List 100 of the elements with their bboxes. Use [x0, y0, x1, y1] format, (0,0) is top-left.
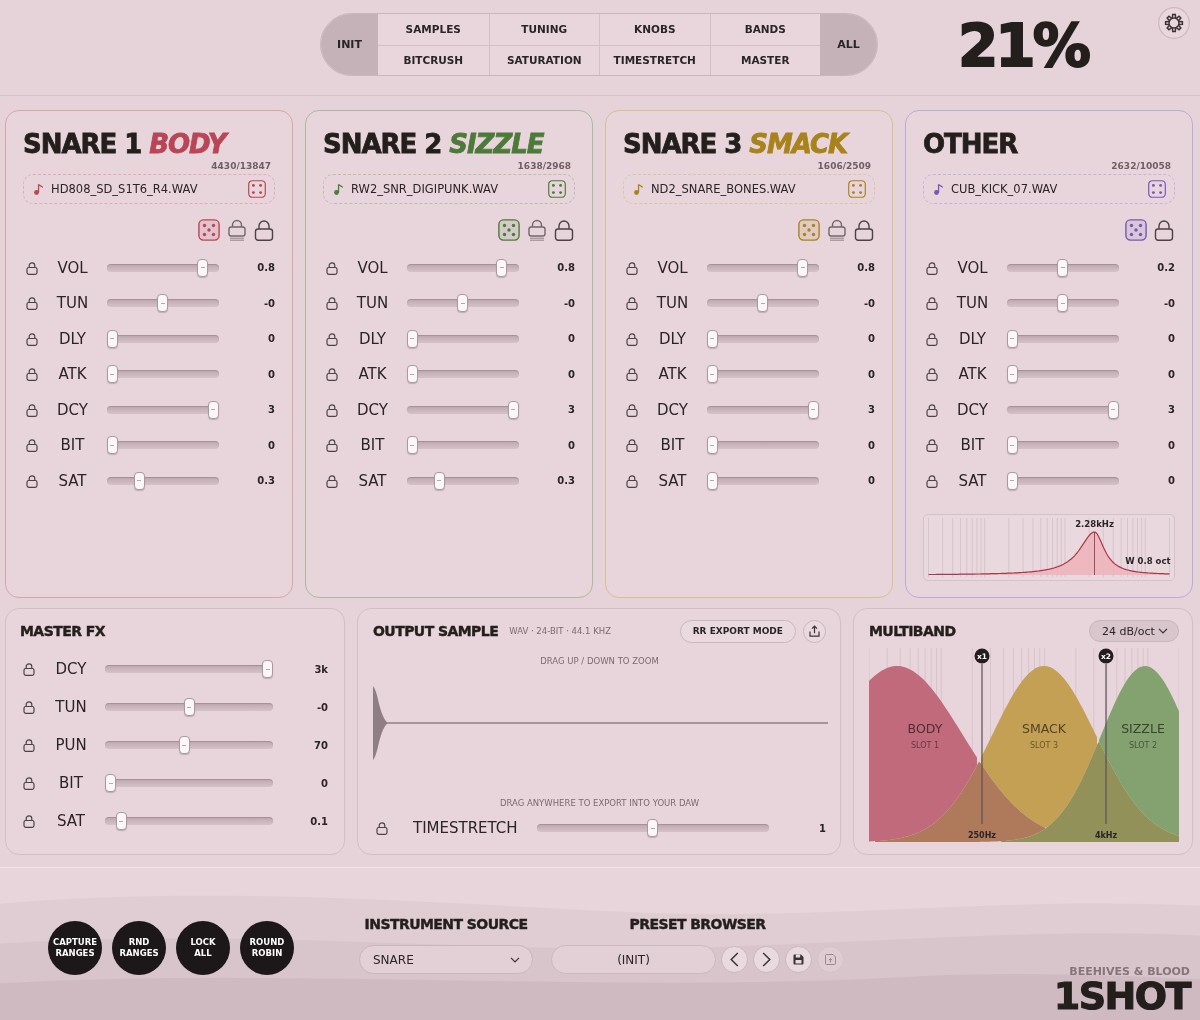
lock-icon[interactable] — [325, 296, 338, 311]
slider-thumb[interactable] — [706, 436, 718, 455]
slider[interactable] — [106, 329, 219, 348]
dice-icon[interactable] — [1125, 219, 1147, 241]
slider[interactable] — [105, 812, 273, 830]
slider[interactable] — [706, 471, 819, 490]
lock-icon[interactable] — [625, 402, 638, 417]
lock-icon[interactable] — [1154, 219, 1174, 241]
slider-thumb[interactable] — [133, 471, 145, 490]
lock-icon[interactable] — [25, 367, 38, 382]
dice-icon[interactable] — [1148, 180, 1166, 198]
slider[interactable] — [1006, 471, 1119, 490]
slider[interactable] — [106, 365, 219, 384]
slider-thumb[interactable] — [106, 436, 118, 455]
lock-icon[interactable] — [25, 296, 38, 311]
lock-icon[interactable] — [925, 331, 938, 346]
slider[interactable] — [106, 436, 219, 455]
slider-thumb[interactable] — [1057, 258, 1068, 277]
lock-icon[interactable] — [925, 402, 938, 417]
lock-icon[interactable] — [325, 260, 338, 275]
lock-icon[interactable] — [23, 738, 35, 752]
lock-icon[interactable] — [23, 814, 35, 828]
lock-icon[interactable] — [854, 219, 874, 241]
export-mode-button[interactable]: RR EXPORT MODE — [679, 619, 796, 643]
lock-icon[interactable] — [25, 473, 38, 488]
slider-thumb[interactable] — [647, 819, 659, 837]
lock-layers-icon[interactable] — [827, 219, 847, 241]
slider[interactable] — [406, 329, 519, 348]
slider-thumb[interactable] — [757, 294, 768, 313]
slider-thumb[interactable] — [183, 698, 195, 716]
preset-field[interactable]: (INIT) — [551, 945, 716, 974]
slider[interactable] — [106, 400, 219, 419]
lock-icon[interactable] — [25, 438, 38, 453]
category-button[interactable]: KNOBS — [599, 14, 710, 45]
dice-icon[interactable] — [798, 219, 820, 241]
slider-thumb[interactable] — [797, 258, 809, 277]
all-button[interactable]: ALL — [820, 14, 877, 75]
lock-icon[interactable] — [325, 367, 338, 382]
sample-field[interactable]: HD808_SD_S1T6_R4.WAV — [23, 174, 275, 204]
category-button[interactable]: BITCRUSH — [378, 44, 489, 75]
slider[interactable] — [706, 436, 819, 455]
slider-thumb[interactable] — [157, 294, 168, 313]
slider[interactable] — [1006, 400, 1119, 419]
instrument-dropdown[interactable]: SNARE — [359, 945, 533, 974]
lock-icon[interactable] — [625, 260, 638, 275]
slider[interactable] — [1006, 436, 1119, 455]
dice-icon[interactable] — [498, 219, 520, 241]
category-button[interactable]: SATURATION — [488, 44, 599, 75]
lock-icon[interactable] — [376, 821, 388, 835]
slider[interactable] — [706, 258, 819, 277]
slider-thumb[interactable] — [262, 660, 273, 678]
lock-icon[interactable] — [625, 331, 638, 346]
lock-icon[interactable] — [325, 473, 338, 488]
lock-icon[interactable] — [23, 776, 35, 790]
lock-layers-icon[interactable] — [527, 219, 547, 241]
init-button[interactable]: INIT — [321, 14, 378, 75]
slider-thumb[interactable] — [433, 471, 445, 490]
settings-icon[interactable] — [1158, 7, 1190, 39]
slider-thumb[interactable] — [706, 471, 718, 490]
slider[interactable] — [536, 819, 769, 837]
slider-thumb[interactable] — [178, 736, 190, 754]
lock-icon[interactable] — [625, 438, 638, 453]
lock-icon[interactable] — [23, 662, 35, 676]
slider[interactable] — [406, 258, 519, 277]
sample-field[interactable]: CUB_KICK_07.WAV — [923, 174, 1175, 204]
lock-icon[interactable] — [25, 331, 38, 346]
slider[interactable] — [406, 365, 519, 384]
lock-icon[interactable] — [325, 438, 338, 453]
lock-icon[interactable] — [23, 700, 35, 714]
slider[interactable] — [1006, 294, 1119, 313]
share-button[interactable] — [803, 619, 826, 643]
lock-icon[interactable] — [554, 219, 574, 241]
category-button[interactable]: TIMESTRETCH — [599, 44, 710, 75]
lock-icon[interactable] — [925, 367, 938, 382]
slider-thumb[interactable] — [1006, 329, 1018, 348]
lock-icon[interactable] — [625, 296, 638, 311]
slider-thumb[interactable] — [507, 400, 519, 419]
sample-field[interactable]: ND2_SNARE_BONES.WAV — [623, 174, 875, 204]
dice-icon[interactable] — [198, 219, 220, 241]
crossover-line[interactable] — [981, 663, 983, 825]
slider-thumb[interactable] — [116, 812, 127, 830]
slider[interactable] — [406, 400, 519, 419]
slider[interactable] — [105, 660, 273, 678]
lock-icon[interactable] — [625, 473, 638, 488]
dice-icon[interactable] — [548, 180, 566, 198]
slider-thumb[interactable] — [1107, 400, 1119, 419]
slider-thumb[interactable] — [106, 365, 118, 384]
slider[interactable] — [105, 774, 273, 792]
lock-icon[interactable] — [25, 402, 38, 417]
slider[interactable] — [406, 436, 519, 455]
lock-icon[interactable] — [925, 473, 938, 488]
lock-icon[interactable] — [325, 331, 338, 346]
dice-icon[interactable] — [848, 180, 866, 198]
slider-thumb[interactable] — [706, 365, 718, 384]
lock-icon[interactable] — [254, 219, 274, 241]
slider[interactable] — [406, 294, 519, 313]
band-curve[interactable] — [1001, 666, 1179, 842]
slider-thumb[interactable] — [496, 258, 508, 277]
slider[interactable] — [406, 471, 519, 490]
slider[interactable] — [706, 400, 819, 419]
